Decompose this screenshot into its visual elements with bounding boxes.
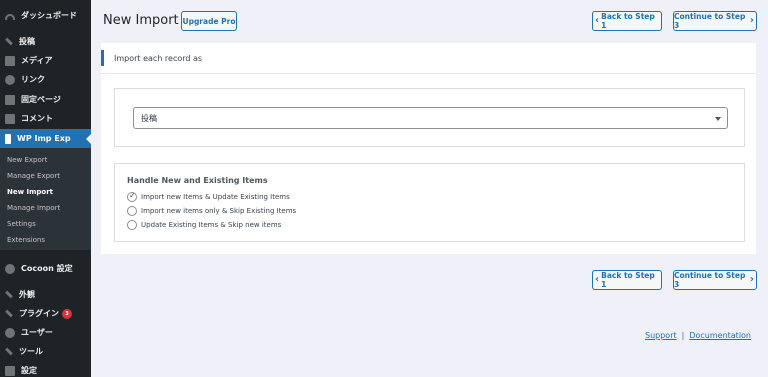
- radio-unchecked[interactable]: [127, 220, 137, 230]
- footer-links: Support | Documentation: [645, 331, 751, 340]
- sidebar-item-cocoon[interactable]: Cocoon 設定: [0, 259, 91, 278]
- record-type-value: 投稿: [141, 113, 157, 123]
- sidebar-item-posts[interactable]: 投稿: [0, 32, 91, 51]
- cocoon-icon: [5, 263, 15, 274]
- card-title: Import each record as: [114, 54, 203, 63]
- sidebar-item-label: 固定ページ: [21, 95, 61, 104]
- submenu-settings[interactable]: Settings: [7, 220, 36, 228]
- sidebar-item-comments[interactable]: コメント: [0, 109, 91, 128]
- import-settings-card: Import each record as 投稿 Handle New and …: [101, 43, 756, 254]
- sidebar-item-label: ツール: [19, 347, 43, 356]
- support-link[interactable]: Support: [645, 331, 677, 340]
- option-label: Import new Items & Update Existing Items: [141, 193, 290, 201]
- tools-icon: [5, 347, 13, 356]
- plugins-icon: [5, 309, 13, 318]
- sidebar-item-links[interactable]: リンク: [0, 70, 91, 89]
- sidebar-item-label: ダッシュボード: [21, 11, 77, 20]
- documentation-link[interactable]: Documentation: [689, 331, 751, 340]
- option-label: Import new items only & Skip Existing It…: [141, 207, 297, 215]
- sidebar-item-settings[interactable]: 設定: [0, 361, 91, 377]
- sidebar-item-label: 投稿: [19, 37, 35, 46]
- caret-down-icon: [715, 117, 721, 121]
- continue-label: Continue to Step 3: [674, 12, 746, 30]
- back-label: Back to Step 1: [601, 12, 655, 30]
- sidebar-item-wp-imp-exp[interactable]: WP Imp Exp: [0, 129, 91, 148]
- sidebar-item-label: ユーザー: [21, 328, 53, 337]
- radio-unchecked[interactable]: [127, 206, 137, 216]
- media-icon: [5, 55, 15, 66]
- upgrade-pro-button[interactable]: Upgrade Pro: [181, 11, 237, 31]
- radio-checked[interactable]: [127, 191, 137, 202]
- sidebar-item-label: リンク: [21, 75, 45, 84]
- plugin-submenu: New Export Manage Export New Import Mana…: [0, 148, 91, 250]
- settings-icon: [5, 365, 15, 376]
- sidebar-item-users[interactable]: ユーザー: [0, 323, 91, 342]
- sidebar-item-tools[interactable]: ツール: [0, 342, 91, 361]
- submenu-extensions[interactable]: Extensions: [7, 236, 45, 244]
- pin-icon: [5, 37, 13, 46]
- appearance-icon: [5, 290, 13, 299]
- handle-items-title: Handle New and Existing Items: [127, 176, 268, 185]
- continue-label: Continue to Step 3: [674, 271, 746, 289]
- sidebar-item-pages[interactable]: 固定ページ: [0, 90, 91, 109]
- back-label: Back to Step 1: [601, 271, 655, 289]
- back-to-step-1-button[interactable]: ‹ Back to Step 1: [592, 11, 662, 31]
- accent-bar: [101, 50, 104, 66]
- sidebar-item-label: 外観: [19, 290, 35, 299]
- chevron-left-icon: ‹: [595, 15, 600, 26]
- comment-icon: [5, 113, 15, 124]
- sidebar-item-dashboard[interactable]: ダッシュボード: [0, 6, 91, 25]
- dashboard-icon: [5, 14, 15, 20]
- record-type-panel: 投稿: [114, 88, 745, 147]
- page-title: New Import: [103, 13, 179, 28]
- upgrade-pro-label: Upgrade Pro: [182, 16, 236, 26]
- sidebar-item-appearance[interactable]: 外観: [0, 285, 91, 304]
- submenu-new-export[interactable]: New Export: [7, 156, 47, 164]
- sidebar-item-label: 設定: [21, 366, 37, 375]
- record-type-select[interactable]: 投稿: [133, 107, 728, 129]
- bottom-back-to-step-1-button[interactable]: ‹ Back to Step 1: [592, 270, 662, 290]
- sidebar-item-plugins[interactable]: プラグイン 3: [0, 304, 91, 323]
- sidebar-item-label: WP Imp Exp: [17, 134, 71, 143]
- sidebar-item-media[interactable]: メディア: [0, 51, 91, 70]
- option-import-skip-existing[interactable]: Import new items only & Skip Existing It…: [127, 206, 296, 216]
- admin-sidebar: ダッシュボード 投稿 メディア リンク 固定ページ コメント WP Imp Ex…: [0, 0, 91, 377]
- option-update-skip-new[interactable]: Update Existing Items & Skip new items: [127, 220, 281, 230]
- chevron-left-icon: ‹: [595, 274, 600, 285]
- submenu-manage-import[interactable]: Manage Import: [7, 204, 60, 212]
- submenu-manage-export[interactable]: Manage Export: [7, 172, 60, 180]
- chevron-right-icon: ›: [749, 15, 754, 26]
- page-icon: [5, 94, 15, 105]
- continue-to-step-3-button[interactable]: Continue to Step 3 ›: [673, 11, 757, 31]
- sidebar-item-label: プラグイン: [19, 309, 59, 318]
- option-label: Update Existing Items & Skip new items: [141, 221, 282, 229]
- update-count-badge: 3: [62, 308, 72, 319]
- users-icon: [5, 327, 15, 338]
- sidebar-item-label: コメント: [21, 114, 53, 123]
- link-icon: [5, 74, 15, 85]
- bottom-continue-to-step-3-button[interactable]: Continue to Step 3 ›: [673, 270, 757, 290]
- handle-items-panel: Handle New and Existing Items Import new…: [114, 163, 745, 242]
- chevron-right-icon: ›: [749, 274, 754, 285]
- plugin-logo-icon: [5, 133, 11, 144]
- card-header: Import each record as: [101, 43, 756, 74]
- option-import-and-update[interactable]: Import new Items & Update Existing Items: [127, 191, 290, 202]
- link-separator: |: [681, 331, 685, 340]
- submenu-new-import[interactable]: New Import: [7, 188, 53, 196]
- sidebar-item-label: メディア: [21, 56, 53, 65]
- sidebar-item-label: Cocoon 設定: [21, 264, 73, 273]
